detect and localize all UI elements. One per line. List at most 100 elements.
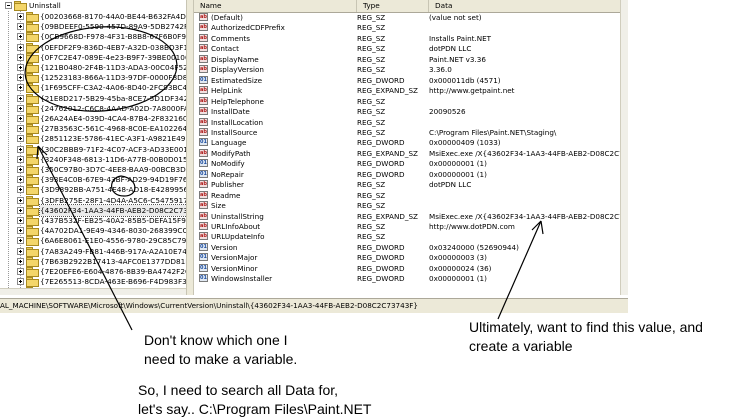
string-value-icon: ab <box>199 190 208 199</box>
expand-toggle-icon[interactable] <box>17 74 24 82</box>
registry-value-row[interactable]: ab HelpLink REG_EXPAND_SZ http://www.getpai… <box>194 86 628 96</box>
expand-toggle-icon[interactable] <box>17 94 24 102</box>
folder-icon <box>26 83 39 94</box>
tree-item-label: Uninstall <box>29 1 61 10</box>
folder-icon <box>26 42 39 53</box>
note-left-line2: need to make a variable. <box>144 351 298 367</box>
registry-value-row[interactable]: ab AuthorizedCDFPrefix REG_SZ <box>194 23 628 33</box>
value-type: REG_SZ <box>357 180 386 190</box>
expand-toggle-icon[interactable] <box>17 145 24 153</box>
value-name: UninstallString <box>211 211 264 221</box>
value-data: 0x00000024 (36) <box>429 263 492 273</box>
value-name: Language <box>211 138 247 148</box>
value-name: EstimatedSize <box>211 75 263 85</box>
note-bottom-line2: let's say.. C:\Program Files\Paint.NET <box>138 401 372 417</box>
expand-toggle-icon[interactable] <box>17 104 24 112</box>
registry-value-row[interactable]: ab InstallDate REG_SZ 20090526 <box>194 107 628 117</box>
registry-value-row[interactable]: ab Contact REG_SZ dotPDN LLC <box>194 44 628 54</box>
registry-value-row[interactable]: ab ModifyPath REG_EXPAND_SZ MsiExec.exe /X{… <box>194 148 628 159</box>
value-type: REG_EXPAND_SZ <box>357 211 418 221</box>
registry-value-row[interactable]: 01 VersionMajor REG_DWORD 0x00000003 (3) <box>194 253 628 263</box>
expand-toggle-icon[interactable] <box>17 176 24 184</box>
expand-toggle-icon[interactable] <box>17 237 24 245</box>
folder-icon <box>26 205 39 216</box>
string-value-icon: ab <box>199 44 208 53</box>
value-data: C:\Program Files\Paint.NET\Staging\ <box>429 127 557 137</box>
registry-value-row[interactable]: ab InstallLocation REG_SZ <box>194 117 628 128</box>
expand-toggle-icon[interactable] <box>17 23 24 31</box>
registry-value-row[interactable]: 01 Version REG_DWORD 0x03240000 (52690944) <box>194 242 628 253</box>
registry-value-row[interactable]: ab Publisher REG_SZ dotPDN LLC <box>194 180 628 190</box>
registry-tree-pane[interactable]: Uninstall {00203668-8170-44A0-BE44-B632F… <box>0 0 186 295</box>
registry-value-row[interactable]: ab URLUpdateInfo REG_SZ <box>194 232 628 242</box>
column-header-name[interactable]: Name <box>194 0 357 12</box>
folder-icon <box>26 73 39 84</box>
expand-toggle-icon[interactable] <box>17 33 24 41</box>
registry-values-pane[interactable]: Name Type Data ab (Default) REG_SZ (value n… <box>194 0 628 295</box>
value-name: VersionMajor <box>211 253 258 263</box>
expand-toggle-icon[interactable] <box>17 125 24 133</box>
registry-value-row[interactable]: 01 VersionMinor REG_DWORD 0x00000024 (36) <box>194 263 628 274</box>
registry-value-row[interactable]: 01 WindowsInstaller REG_DWORD 0x00000001 (1… <box>194 274 628 284</box>
value-name: DisplayName <box>211 54 259 64</box>
registry-value-row[interactable]: 01 NoModify REG_DWORD 0x00000001 (1) <box>194 159 628 169</box>
expand-toggle-icon[interactable] <box>17 43 24 51</box>
string-value-icon: ab <box>199 222 208 230</box>
folder-icon <box>26 226 39 237</box>
registry-value-row[interactable]: ab (Default) REG_SZ (value not set) <box>194 13 628 23</box>
value-name: AuthorizedCDFPrefix <box>211 23 285 33</box>
expand-toggle-icon[interactable] <box>17 227 24 235</box>
string-value-icon: ab <box>199 148 208 157</box>
expand-toggle-icon[interactable] <box>17 84 24 92</box>
values-vertical-scrollbar[interactable] <box>620 0 628 295</box>
status-bar-path: AL_MACHINE\SOFTWARE\Microsoft\Windows\Cu… <box>0 298 628 313</box>
column-header-data[interactable]: Data <box>429 0 628 12</box>
expand-toggle-icon[interactable] <box>17 166 24 173</box>
string-value-icon: ab <box>199 86 208 95</box>
registry-value-row[interactable]: 01 Language REG_DWORD 0x00000409 (1033) <box>194 138 628 148</box>
value-type: REG_DWORD <box>357 169 405 179</box>
expand-toggle-icon[interactable] <box>17 196 24 204</box>
string-value-icon: ab <box>199 117 208 126</box>
registry-editor-screenshot: Uninstall {00203668-8170-44A0-BE44-B632F… <box>0 0 738 314</box>
string-value-icon: ab <box>199 33 208 42</box>
value-name: WindowsInstaller <box>211 274 273 284</box>
expand-toggle-icon[interactable] <box>17 53 24 61</box>
registry-value-row[interactable]: ab UninstallString REG_EXPAND_SZ MsiExec.ex… <box>194 211 628 222</box>
folder-icon <box>26 256 39 267</box>
registry-value-row[interactable]: ab DisplayVersion REG_SZ 3.36.0 <box>194 65 628 75</box>
string-value-icon: ab <box>199 23 208 32</box>
expand-toggle-icon[interactable] <box>17 247 24 255</box>
registry-value-row[interactable]: ab Readme REG_SZ <box>194 190 628 201</box>
registry-value-row[interactable]: ab DisplayName REG_SZ Paint.NET v3.36 <box>194 54 628 65</box>
string-value-icon: ab <box>199 65 208 74</box>
collapse-toggle-icon[interactable] <box>5 2 12 9</box>
registry-value-row[interactable]: ab HelpTelephone REG_SZ <box>194 96 628 107</box>
expand-toggle-icon[interactable] <box>17 135 24 143</box>
expand-toggle-icon[interactable] <box>17 217 24 224</box>
registry-value-row[interactable]: 01 EstimatedSize REG_DWORD 0x000011db (4571… <box>194 75 628 86</box>
value-type: REG_SZ <box>357 33 386 43</box>
registry-value-row[interactable]: ab Size REG_SZ <box>194 201 628 211</box>
expand-toggle-icon[interactable] <box>17 278 24 286</box>
expand-toggle-icon[interactable] <box>17 115 24 122</box>
registry-value-row[interactable]: 01 NoRepair REG_DWORD 0x00000001 (1) <box>194 169 628 180</box>
registry-value-row[interactable]: ab InstallSource REG_SZ C:\Program Files\Pa… <box>194 127 628 138</box>
expand-toggle-icon[interactable] <box>17 257 24 265</box>
folder-icon <box>26 165 39 175</box>
expand-toggle-icon[interactable] <box>17 64 24 71</box>
tree-horizontal-scrollbar[interactable] <box>0 288 186 295</box>
expand-toggle-icon[interactable] <box>17 155 24 163</box>
registry-value-row[interactable]: ab Comments REG_SZ Installs Paint.NET <box>194 33 628 44</box>
folder-icon <box>26 154 39 165</box>
value-name: URLInfoAbout <box>211 222 261 231</box>
expand-toggle-icon[interactable] <box>17 13 24 20</box>
expand-toggle-icon[interactable] <box>17 268 24 275</box>
registry-value-row[interactable]: ab URLInfoAbout REG_SZ http://www.dotPDN.co… <box>194 222 628 232</box>
value-data: http://www.dotPDN.com <box>429 222 515 231</box>
pane-splitter[interactable] <box>186 0 194 295</box>
column-header-type[interactable]: Type <box>357 0 429 12</box>
expand-toggle-icon[interactable] <box>17 206 24 214</box>
string-value-icon: ab <box>199 96 208 105</box>
expand-toggle-icon[interactable] <box>17 186 24 194</box>
